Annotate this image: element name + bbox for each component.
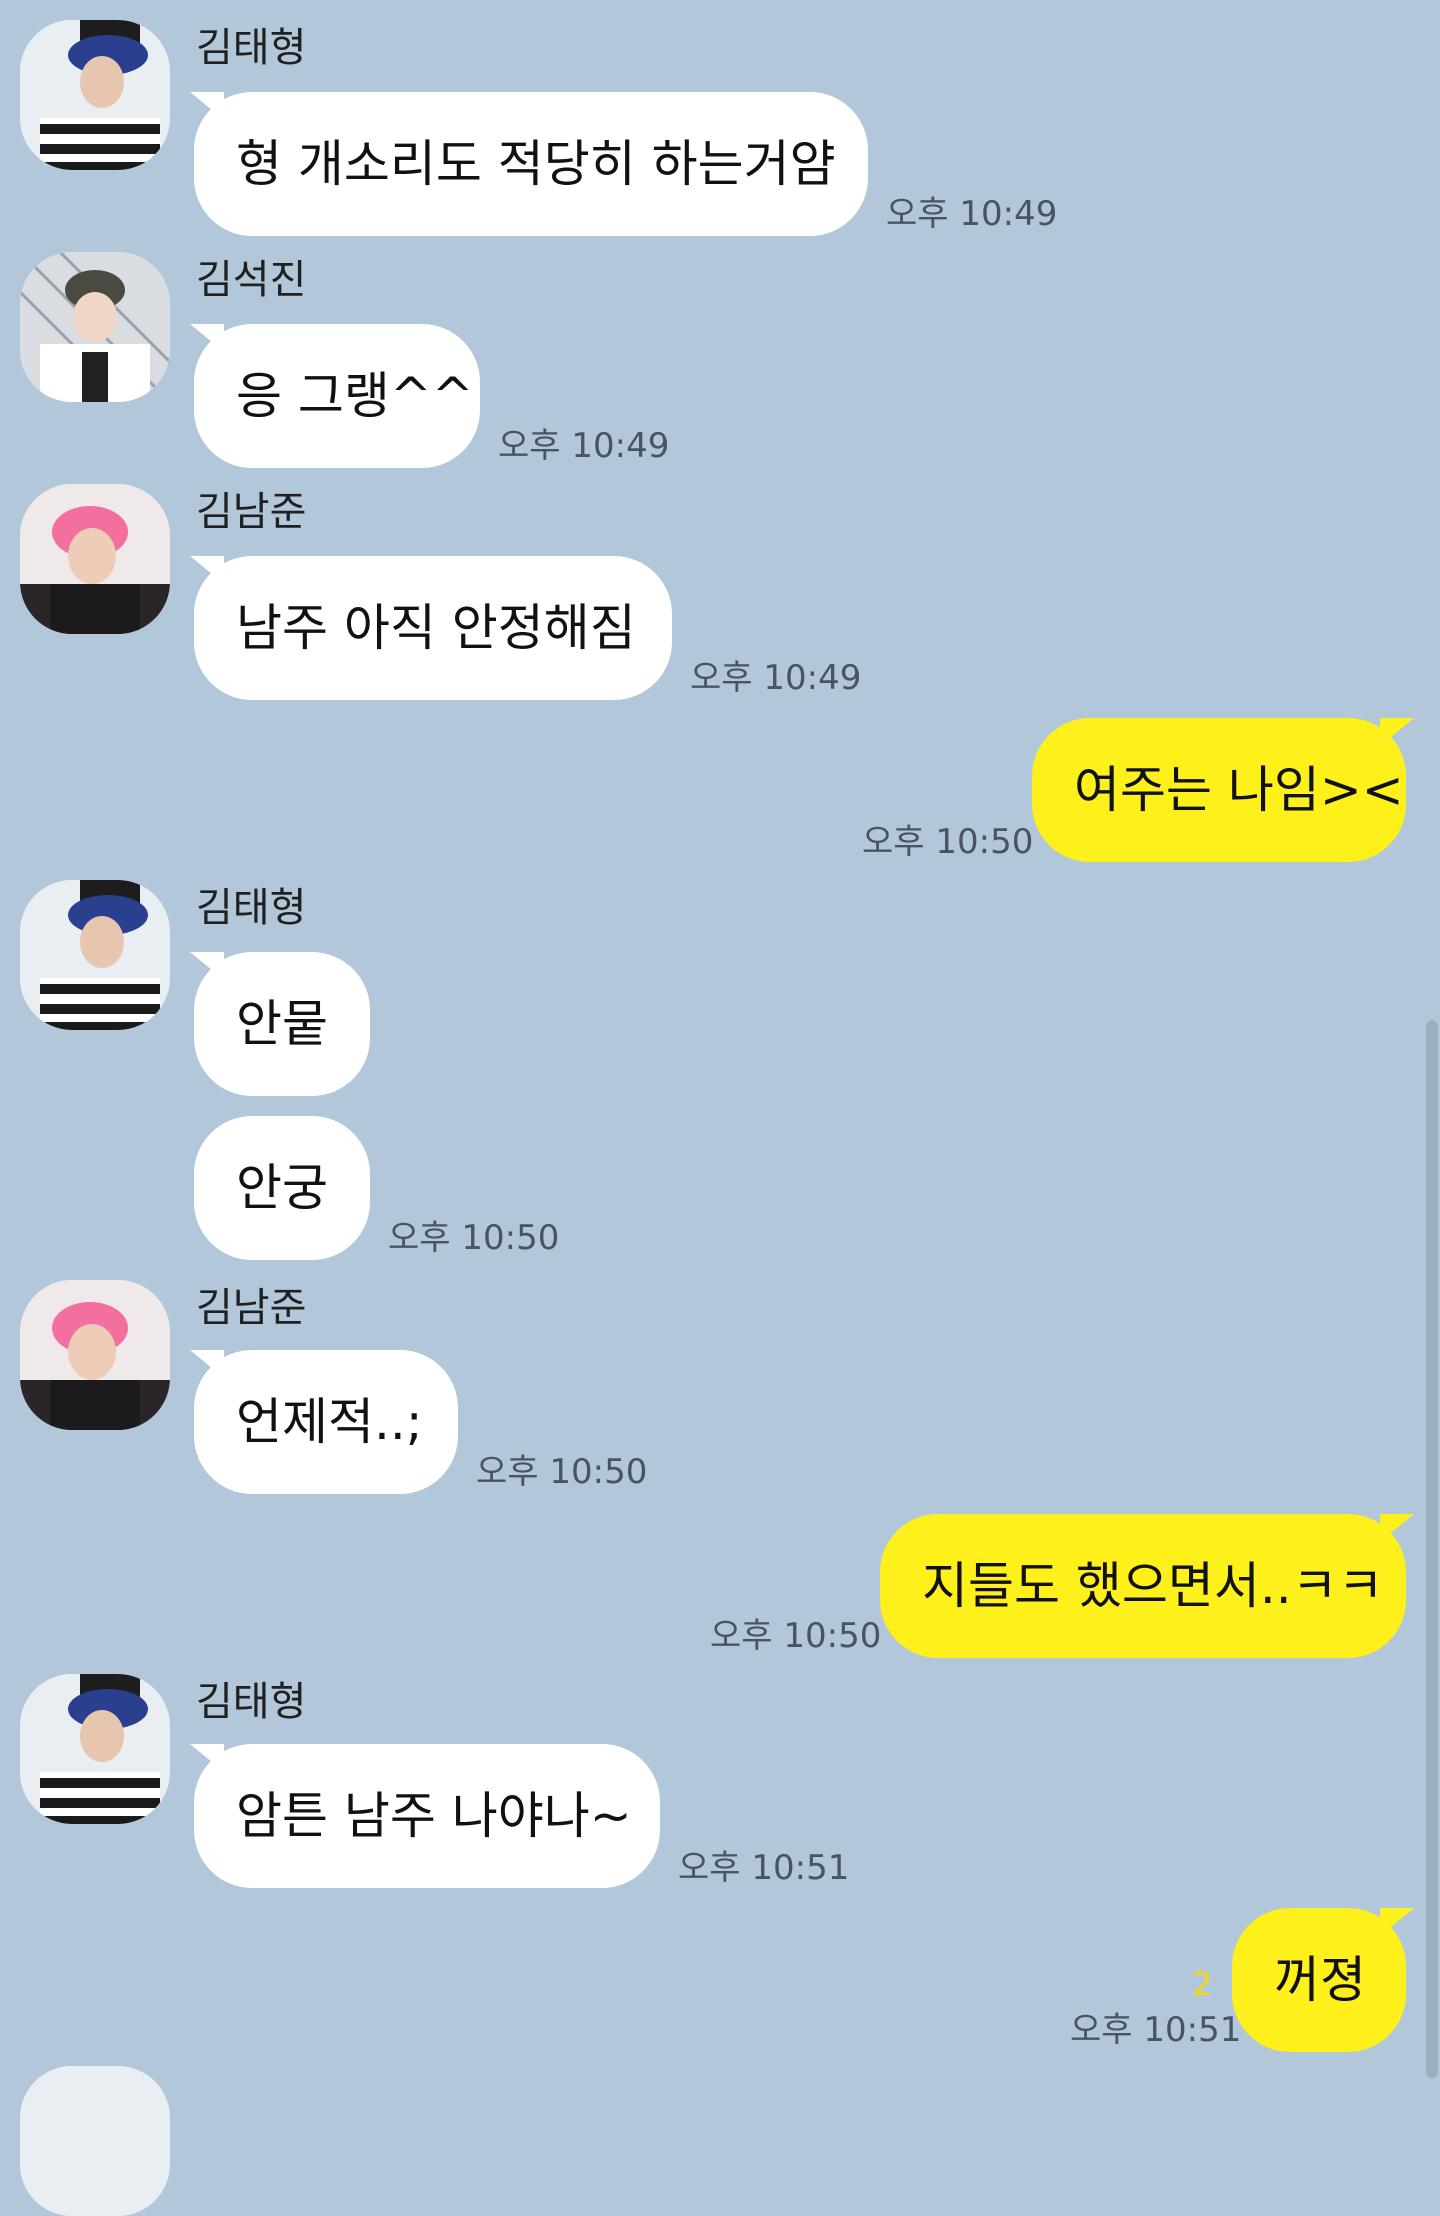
profile-photo-icon — [20, 1674, 170, 1824]
avatar-icon[interactable] — [20, 2066, 170, 2216]
bubble-tail — [1380, 718, 1414, 746]
profile-photo-icon — [20, 252, 170, 402]
bubble-tail — [1380, 1514, 1414, 1542]
message-bubble[interactable]: 안뭍 — [194, 952, 370, 1096]
unread-count-badge: 2 — [1192, 1965, 1213, 2003]
profile-photo-icon — [20, 880, 170, 1030]
avatar-icon[interactable] — [20, 1280, 170, 1430]
sender-name: 김남준 — [196, 1285, 307, 1331]
sender-name: 김남준 — [196, 489, 307, 535]
bubble-tail — [1380, 1908, 1414, 1936]
message-bubble[interactable]: 언제적..; — [194, 1350, 458, 1494]
sender-name: 김태형 — [196, 25, 307, 71]
message-time: 오후 10:50 — [710, 1616, 882, 1656]
message-bubble[interactable]: 안궁 — [194, 1116, 370, 1260]
message-time: 오후 10:49 — [886, 194, 1058, 234]
sender-name: 김태형 — [196, 1679, 307, 1725]
message-time: 오후 10:50 — [476, 1452, 648, 1492]
message-time: 오후 10:51 — [678, 1848, 850, 1888]
scrollbar[interactable] — [1426, 1020, 1438, 2078]
profile-photo-icon — [20, 20, 170, 170]
message-bubble[interactable]: 여주는 나임>< — [1032, 718, 1406, 862]
avatar-icon[interactable] — [20, 20, 170, 170]
profile-photo-icon — [20, 2066, 170, 2216]
message-bubble[interactable]: 남주 아직 안정해짐 — [194, 556, 672, 700]
avatar-icon[interactable] — [20, 1674, 170, 1824]
avatar-icon[interactable] — [20, 484, 170, 634]
profile-photo-icon — [20, 484, 170, 634]
message-bubble[interactable]: 형 개소리도 적당히 하는거얌 — [194, 92, 868, 236]
message-bubble[interactable]: 지들도 했으면서..ㅋㅋ — [880, 1514, 1406, 1658]
avatar-icon[interactable] — [20, 880, 170, 1030]
sender-name: 김태형 — [196, 885, 307, 931]
message-time: 오후 10:49 — [690, 658, 862, 698]
message-time: 오후 10:50 — [862, 822, 1034, 862]
sender-name: 김석진 — [196, 257, 307, 303]
message-bubble[interactable]: 암튼 남주 나야나~ — [194, 1744, 660, 1888]
message-time: 오후 10:49 — [498, 426, 670, 466]
profile-photo-icon — [20, 1280, 170, 1430]
message-bubble[interactable]: 응 그랭^^ — [194, 324, 480, 468]
chat-room: 김태형 형 개소리도 적당히 하는거얌 오후 10:49 김석진 응 그랭^^ … — [0, 0, 1440, 2216]
message-time: 오후 10:51 — [1070, 2010, 1242, 2050]
message-time: 오후 10:50 — [388, 1218, 560, 1258]
avatar-icon[interactable] — [20, 252, 170, 402]
